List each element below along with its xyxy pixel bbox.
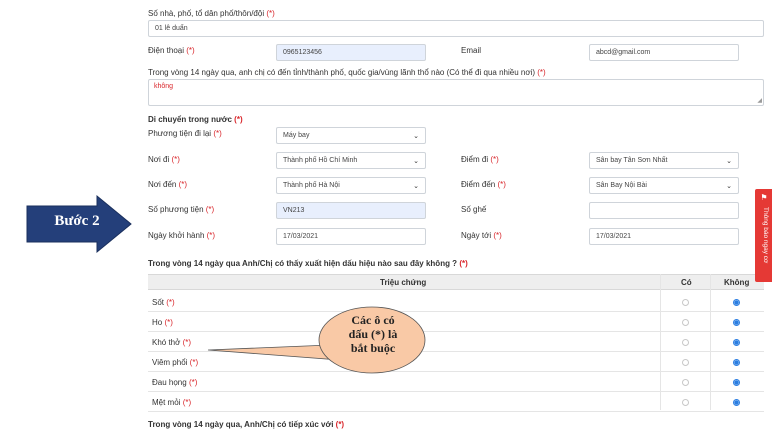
address-input[interactable]: 01 lê duẩn	[148, 20, 764, 37]
radio-yes[interactable]	[682, 339, 689, 346]
radio-yes[interactable]	[682, 379, 689, 386]
travel-question-label: Trong vòng 14 ngày qua, anh chị có đến t…	[148, 68, 546, 77]
feedback-tab-label: Thông báo ngay cơ	[762, 207, 769, 264]
depart-point-label: Điểm đi (*)	[461, 155, 499, 164]
radio-yes[interactable]	[682, 319, 689, 326]
col-yes: Có	[681, 278, 692, 287]
col-symptom: Triệu chứng	[380, 278, 427, 287]
table-row: Đau họng (*)	[148, 372, 764, 392]
chevron-down-icon: ⌄	[413, 182, 419, 190]
seat-input[interactable]	[589, 202, 739, 219]
arrive-point-select[interactable]: Sân Bay Nội Bài ⌄	[589, 177, 739, 194]
arrive-date-input[interactable]: 17/03/2021	[589, 228, 739, 245]
col-no: Không	[724, 278, 750, 287]
table-row: Sốt (*)	[148, 292, 764, 312]
email-label: Email	[461, 46, 482, 55]
domestic-heading: Di chuyển trong nước (*)	[148, 115, 243, 124]
depart-point-select[interactable]: Sân bay Tân Sơn Nhất ⌄	[589, 152, 739, 169]
contact-question: Trong vòng 14 ngày qua, Anh/Chị có tiếp …	[148, 420, 345, 429]
depart-date-label: Ngày khởi hành (*)	[148, 231, 216, 240]
table-row: Khó thở (*)	[148, 332, 764, 352]
radio-no[interactable]	[733, 359, 740, 366]
arrive-date-label: Ngày tới (*)	[461, 231, 502, 240]
symptom-name: Sốt (*)	[152, 298, 175, 307]
phone-input[interactable]: 0965123456	[276, 44, 426, 61]
vehicle-select[interactable]: Máy bay ⌄	[276, 127, 426, 144]
flag-icon: ⚑	[760, 193, 768, 202]
resize-grip-icon[interactable]: ◢	[757, 98, 762, 104]
symptom-name: Đau họng (*)	[152, 378, 198, 387]
vehicle-label: Phương tiện đi lại (*)	[148, 129, 222, 138]
depart-date-input[interactable]: 17/03/2021	[276, 228, 426, 245]
vehicle-no-input[interactable]: VN213	[276, 202, 426, 219]
radio-no[interactable]	[733, 319, 740, 326]
callout-text: Các ô có dấu (*) là bắt buộc	[348, 313, 398, 355]
radio-no[interactable]	[733, 399, 740, 406]
symptom-name: Khó thở (*)	[152, 338, 192, 347]
seat-label: Số ghế	[461, 205, 487, 214]
symptom-name: Ho (*)	[152, 318, 173, 327]
chevron-down-icon: ⌄	[413, 132, 419, 140]
symptoms-question: Trong vòng 14 ngày qua Anh/Chị có thấy x…	[148, 259, 468, 268]
radio-yes[interactable]	[682, 399, 689, 406]
radio-no[interactable]	[733, 379, 740, 386]
table-row: Mệt mỏi (*)	[148, 392, 764, 412]
address-label: Số nhà, phố, tổ dân phố/thôn/đội (*)	[148, 9, 275, 18]
arrive-point-label: Điểm đến (*)	[461, 180, 506, 189]
table-row: Viêm phổi (*)	[148, 352, 764, 372]
to-label: Nơi đến (*)	[148, 180, 188, 189]
radio-yes[interactable]	[682, 299, 689, 306]
radio-no[interactable]	[733, 339, 740, 346]
step-label: Bước 2	[54, 213, 100, 229]
from-select[interactable]: Thành phố Hồ Chí Minh ⌄	[276, 152, 426, 169]
travel-textarea[interactable]: không ◢	[148, 79, 764, 106]
from-label: Nơi đi (*)	[148, 155, 180, 164]
phone-label: Điện thoại (*)	[148, 46, 195, 55]
to-select[interactable]: Thành phố Hà Nội ⌄	[276, 177, 426, 194]
chevron-down-icon: ⌄	[726, 157, 732, 165]
table-row: Ho (*)	[148, 312, 764, 332]
radio-no[interactable]	[733, 299, 740, 306]
email-input[interactable]: abcd@gmail.com	[589, 44, 739, 61]
symptom-name: Mệt mỏi (*)	[152, 398, 192, 407]
radio-yes[interactable]	[682, 359, 689, 366]
chevron-down-icon: ⌄	[726, 182, 732, 190]
table-header: Triệu chứng Có Không	[148, 274, 764, 290]
vehicle-no-label: Số phương tiện (*)	[148, 205, 215, 214]
symptom-name: Viêm phổi (*)	[152, 358, 199, 367]
chevron-down-icon: ⌄	[413, 157, 419, 165]
